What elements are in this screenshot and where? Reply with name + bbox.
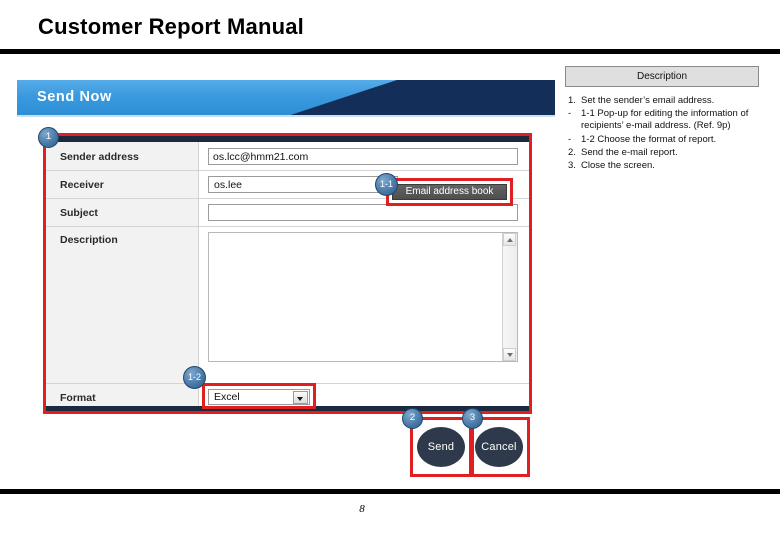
footer-divider (0, 489, 780, 494)
description-item-text: Close the screen. (581, 160, 655, 172)
description-item-marker: 1. (568, 95, 576, 106)
form-row-description: Description (46, 226, 529, 384)
description-list-item: - 1-1 Pop-up for editing the information… (565, 108, 759, 132)
description-list: 1. Set the sender’s email address. - 1-1… (565, 95, 759, 172)
description-item-marker: - (568, 108, 572, 120)
form-row-sender-address: Sender address (46, 142, 529, 171)
receiver-value: os.lee (214, 179, 243, 191)
banner-underline (17, 115, 555, 117)
step-badge-1-2: 1-2 (183, 366, 206, 389)
label-subject: Subject (60, 207, 98, 219)
description-list-item: - 1-2 Choose the format of report. (565, 134, 759, 146)
format-select[interactable]: Excel (208, 389, 310, 405)
label-sender-address: Sender address (60, 151, 139, 163)
description-list-item: 2. Send the e-mail report. (565, 147, 759, 159)
email-address-book-button[interactable]: Email address book (392, 184, 507, 200)
page-number: 8 (359, 503, 365, 515)
cancel-button[interactable]: Cancel (475, 427, 523, 467)
send-button[interactable]: Send (417, 427, 465, 467)
form-row-format: Format Excel (46, 383, 529, 412)
description-item-text: Set the sender’s email address. (581, 95, 715, 106)
description-list-item: 1. Set the sender’s email address. (565, 95, 759, 107)
scroll-up-icon[interactable] (503, 233, 516, 246)
label-description: Description (60, 234, 118, 246)
subject-input[interactable] (208, 204, 518, 221)
description-item-marker: 3. (568, 160, 576, 172)
address-book-highlight: Email address book (386, 178, 513, 206)
format-selected-value: Excel (214, 391, 240, 403)
slide-canvas: Customer Report Manual Description 1. Se… (0, 0, 780, 540)
title-divider (0, 49, 780, 54)
send-now-banner: Send Now (17, 80, 555, 115)
description-textarea[interactable] (208, 232, 518, 362)
sender-address-input[interactable] (208, 148, 518, 165)
step-badge-2: 2 (402, 408, 423, 429)
step-badge-3: 3 (462, 408, 483, 429)
description-item-marker: - (568, 133, 572, 145)
step-badge-1-1: 1-1 (375, 173, 398, 196)
send-now-form-highlight: Sender address Receiver os.lee Subject D… (43, 133, 532, 414)
description-item-text: 1-1 Pop-up for editing the information o… (581, 108, 749, 132)
label-format: Format (60, 392, 96, 404)
label-receiver: Receiver (60, 179, 104, 191)
description-item-marker: 2. (568, 146, 576, 158)
format-select-highlight: Excel (202, 383, 316, 409)
chevron-down-icon[interactable] (293, 391, 308, 404)
description-list-item: 3. Close the screen. (565, 160, 759, 172)
description-item-text: 1-2 Choose the format of report. (581, 133, 717, 145)
step-badge-1: 1 (38, 127, 59, 148)
scroll-down-icon[interactable] (503, 348, 516, 361)
description-scrollbar[interactable] (502, 233, 517, 361)
receiver-combobox[interactable]: os.lee (208, 176, 398, 193)
banner-title: Send Now (37, 89, 112, 105)
description-panel-header: Description (565, 66, 759, 87)
description-panel: Description 1. Set the sender’s email ad… (565, 66, 759, 173)
page-title: Customer Report Manual (38, 14, 304, 39)
description-item-text: Send the e-mail report. (581, 146, 678, 158)
